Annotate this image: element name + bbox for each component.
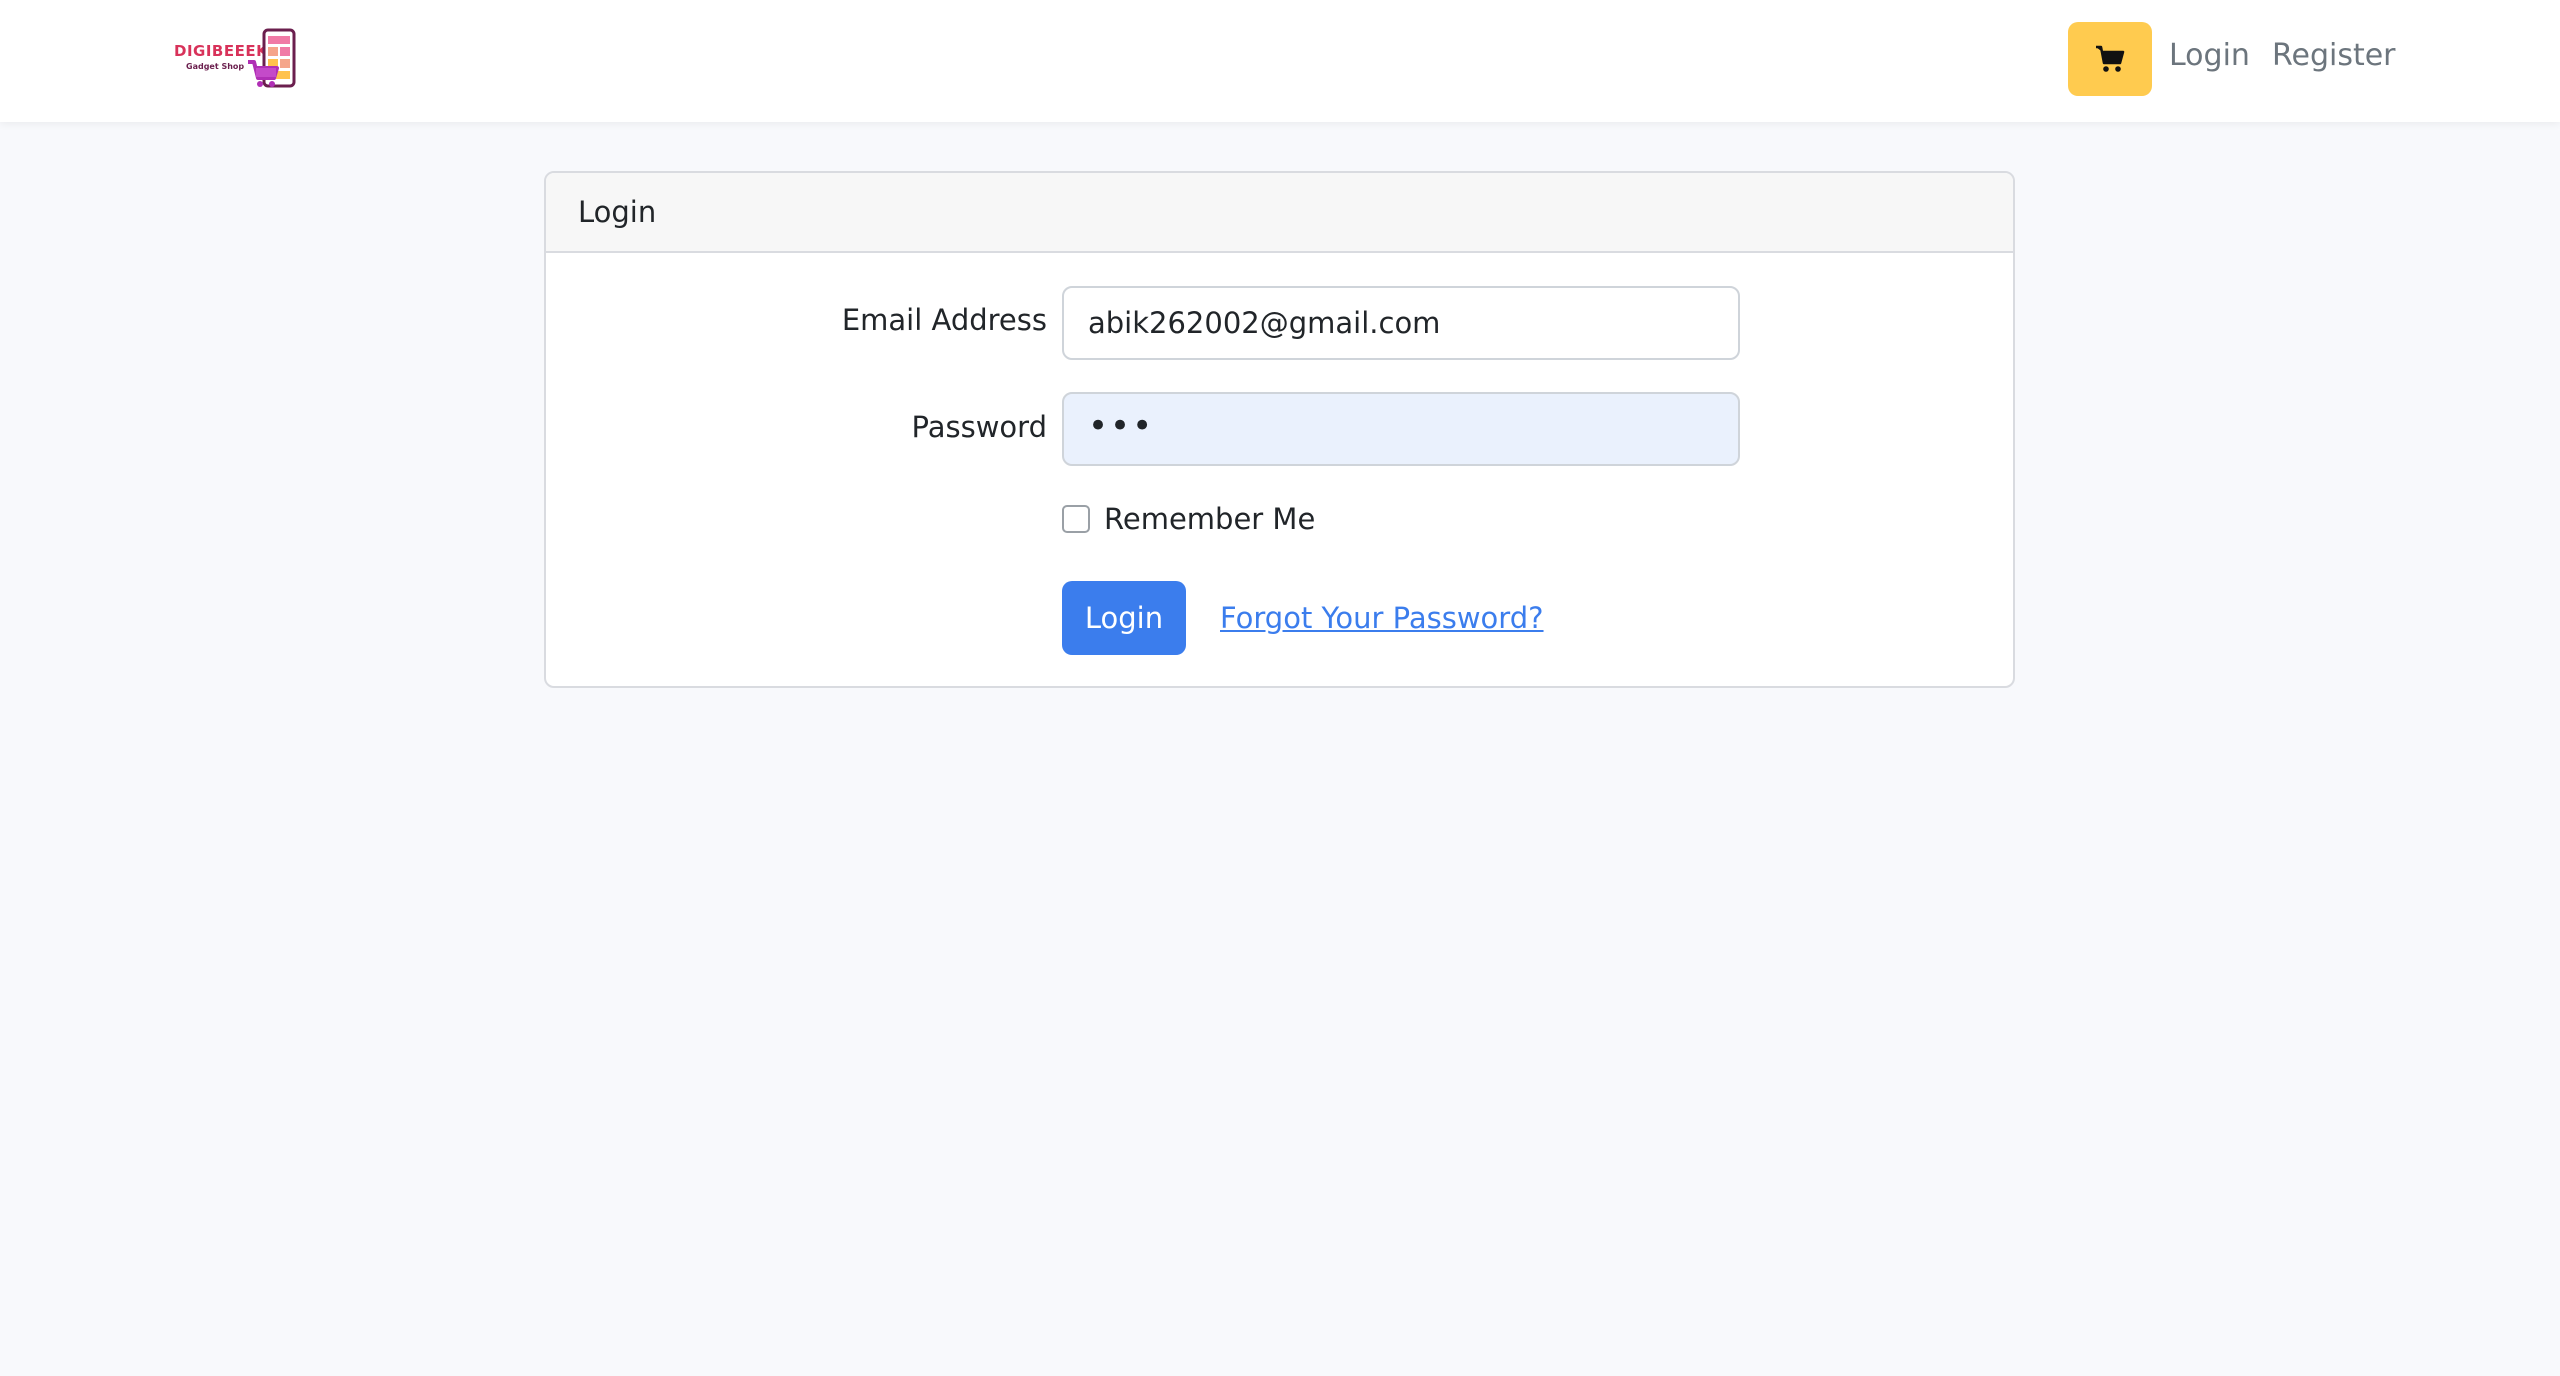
cart-button[interactable] [2068, 22, 2152, 96]
login-submit-button[interactable]: Login [1062, 581, 1186, 655]
logo-tagline-text: Gadget Shop [186, 62, 245, 71]
phone-cart-logo-icon [248, 28, 296, 88]
forgot-password-link[interactable]: Forgot Your Password? [1220, 601, 1544, 635]
remember-me-label[interactable]: Remember Me [1104, 502, 1315, 536]
top-navbar: DIGIBEEEK Gadget Shop Login Register [0, 0, 2560, 122]
email-field[interactable]: abik262002@gmail.com [1062, 286, 1740, 360]
brand-logo[interactable]: DIGIBEEEK Gadget Shop [174, 28, 298, 92]
remember-me-row: Remember Me [1062, 499, 1315, 539]
password-label: Password [911, 410, 1047, 444]
password-field[interactable]: ••• [1062, 392, 1740, 466]
remember-me-checkbox[interactable] [1062, 505, 1090, 533]
nav-register-link[interactable]: Register [2272, 38, 2396, 73]
nav-login-link[interactable]: Login [2169, 38, 2250, 73]
card-title: Login [578, 195, 657, 229]
shopping-cart-icon [2096, 45, 2125, 72]
email-label: Email Address [841, 303, 1047, 337]
login-card: Login Email Address abik262002@gmail.com… [544, 171, 2015, 688]
login-card-header: Login [546, 173, 2013, 253]
